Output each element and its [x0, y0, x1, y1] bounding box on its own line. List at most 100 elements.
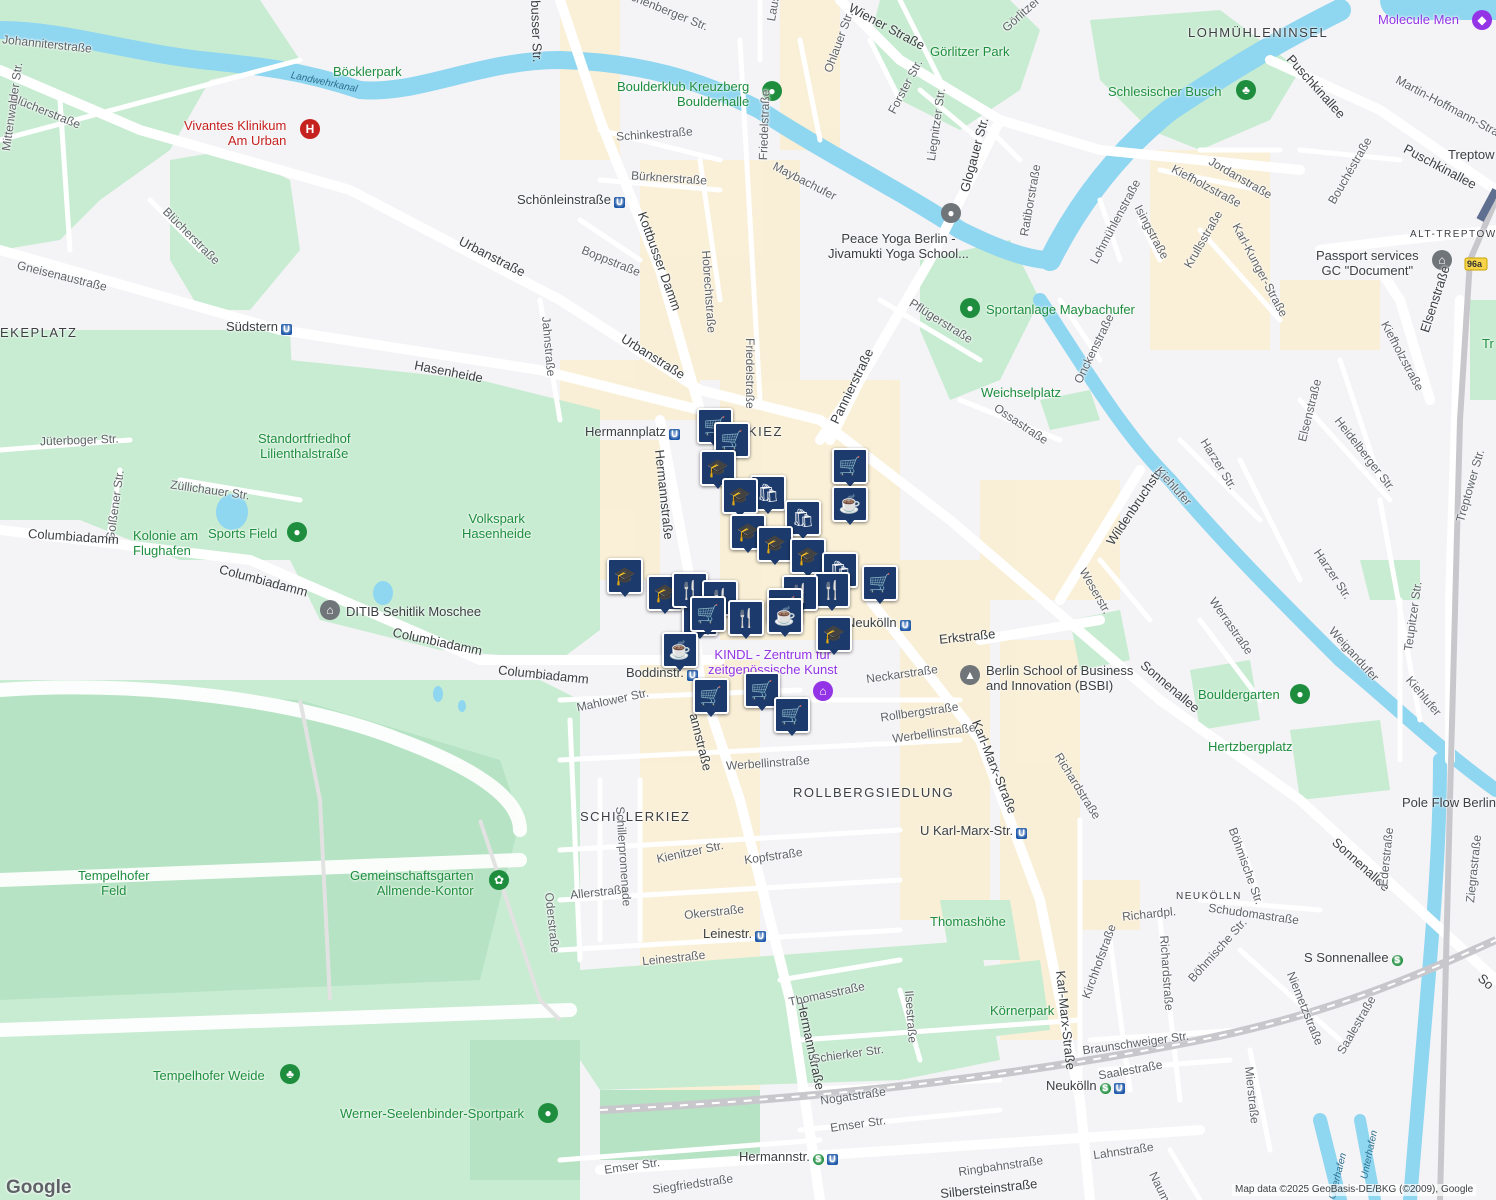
neighborhood-reuterkiez: KIEZ: [748, 424, 783, 439]
ubahn-icon: U: [613, 197, 625, 208]
marker-pointer: [702, 628, 714, 635]
map-marker-cafe[interactable]: ☕: [832, 486, 868, 525]
school-icon: 🎓: [816, 616, 852, 652]
poi-treptow: Treptow: [1448, 147, 1495, 162]
marker-pointer: [844, 518, 856, 525]
neighborhood-rollbergsiedlung: ROLLBERGSIEDLUNG: [793, 785, 955, 800]
park-bouldergarten[interactable]: Bouldergarten: [1198, 688, 1280, 701]
station-leinestr[interactable]: Leinestr. U: [703, 927, 767, 942]
street-label: busser Str.: [528, 0, 546, 63]
station-sonnenallee[interactable]: S Sonnenallee S: [1304, 951, 1403, 966]
marker-pointer: [742, 546, 754, 553]
shopping-cart-icon: 🛒: [690, 596, 726, 632]
park-thomashoehe[interactable]: Thomashöhe: [930, 915, 1006, 928]
neighborhood-alt-treptow: ALT-TREPTOW: [1410, 229, 1496, 240]
marker-pointer: [828, 648, 840, 655]
school-icon: 🎓: [722, 478, 758, 514]
cafe-icon: ☕: [832, 486, 868, 522]
poi-molecule-men[interactable]: Molecule Men: [1378, 13, 1459, 26]
park-schlesischer-busch[interactable]: Schlesischer Busch: [1108, 85, 1221, 98]
map-canvas[interactable]: LOHMÜHLENINSEL KIEZ ROLLBERGSIEDLUNG SCH…: [0, 0, 1496, 1200]
park-standortfriedhof[interactable]: Standortfriedhof Lilienthalstraße: [258, 431, 351, 462]
ubahn-icon: U: [1113, 1083, 1125, 1094]
park-tree-icon: ♣: [280, 1064, 300, 1084]
station-suedstern[interactable]: Südstern U: [226, 320, 293, 335]
map-marker-school[interactable]: 🎓: [757, 526, 793, 565]
sbahn-icon: S: [812, 1154, 824, 1165]
google-logo[interactable]: Google: [6, 1178, 71, 1197]
park-kolonie[interactable]: Kolonie am Flughafen: [133, 528, 198, 559]
park-tree-icon: ♣: [1236, 80, 1256, 100]
map-marker-shopping-cart[interactable]: 🛒: [690, 596, 726, 635]
map-marker-school[interactable]: 🎓: [722, 478, 758, 517]
poi-passport[interactable]: Passport services GC "Document": [1316, 248, 1419, 279]
marker-pointer: [769, 558, 781, 565]
shopping-cart-icon: 🛒: [832, 448, 868, 484]
poi-peace-yoga[interactable]: Peace Yoga Berlin - Jivamukti Yoga Schoo…: [828, 231, 969, 262]
map-attribution[interactable]: Map data ©2025 GeoBasis-DE/BKG (©2009), …: [1232, 1184, 1477, 1196]
park-weichselplatz[interactable]: Weichselplatz: [981, 386, 1061, 399]
station-rathaus-neukoelln[interactable]: Neukölln U: [846, 616, 911, 631]
school-icon: 🎓: [607, 558, 643, 594]
marker-pointer: [826, 604, 838, 611]
station-hermannstr[interactable]: Hermannstr. S U: [739, 1150, 838, 1165]
school-place-icon: ▲: [960, 665, 980, 685]
restaurant-icon: 🍴: [728, 600, 764, 636]
hospital-icon: H: [300, 119, 320, 139]
park-tempelhofer-weide[interactable]: Tempelhofer Weide: [153, 1069, 265, 1082]
restaurant-icon: 🍴: [814, 572, 850, 608]
sports-icon: ●: [1290, 684, 1310, 704]
station-karl-marx-str[interactable]: U Karl-Marx-Str. U: [920, 824, 1028, 839]
street-label: Ilsestraße: [902, 989, 920, 1044]
marker-pointer: [786, 729, 798, 736]
map-marker-restaurant[interactable]: 🍴: [814, 572, 850, 611]
garden-icon: ✿: [489, 870, 509, 890]
shopping-cart-icon: 🛒: [862, 565, 898, 601]
map-marker-shopping-cart[interactable]: 🛒: [693, 678, 729, 717]
sbahn-icon: S: [1391, 955, 1403, 966]
map-marker-shopping-cart[interactable]: 🛒: [832, 448, 868, 487]
poi-pole-flow[interactable]: Pole Flow Berlin: [1402, 796, 1496, 809]
station-hermannplatz[interactable]: Hermannplatz U: [585, 425, 680, 440]
map-marker-school[interactable]: 🎓: [790, 538, 826, 577]
sports-icon: ●: [538, 1103, 558, 1123]
park-allmende[interactable]: Gemeinschaftsgarten Allmende-Kontor: [350, 868, 474, 899]
station-boddinstr[interactable]: Boddinstr. U: [626, 666, 698, 681]
park-volkspark[interactable]: Volkspark Hasenheide: [462, 511, 531, 542]
station-schoenleinstrasse[interactable]: Schönleinstraße U: [517, 193, 625, 208]
map-marker-restaurant[interactable]: 🍴: [728, 600, 764, 639]
ubahn-icon: U: [668, 429, 680, 440]
park-hertzbergplatz[interactable]: Hertzbergplatz: [1208, 740, 1293, 753]
station-neukoelln[interactable]: Neukölln S U: [1046, 1079, 1125, 1094]
shopping-cart-icon: 🛒: [774, 697, 810, 733]
cafe-icon: ☕: [767, 598, 803, 634]
poi-bsbi[interactable]: Berlin School of Business and Innovation…: [986, 663, 1133, 694]
map-marker-school[interactable]: 🎓: [816, 616, 852, 655]
marker-pointer: [779, 630, 791, 637]
poi-vivantes[interactable]: Vivantes Klinikum Am Urban: [184, 118, 286, 149]
marker-pointer: [762, 507, 774, 514]
park-tempelhofer-feld[interactable]: Tempelhofer Feld: [78, 868, 150, 899]
park-goerlitzer[interactable]: Görlitzer Park: [930, 45, 1009, 58]
map-marker-shopping-cart[interactable]: 🛒: [774, 697, 810, 736]
park-sportanlage[interactable]: Sportanlage Maybachufer: [986, 303, 1135, 316]
map-marker-cafe[interactable]: ☕: [767, 598, 803, 637]
poi-ditib[interactable]: DITIB Sehitlik Moschee: [346, 605, 481, 618]
marker-pointer: [740, 632, 752, 639]
ubahn-icon: U: [826, 1154, 838, 1165]
place-icon: ●: [941, 203, 961, 223]
landmark-icon: ◆: [1472, 10, 1492, 30]
map-marker-shopping-cart[interactable]: 🛒: [862, 565, 898, 604]
street-label: Jüterboger Str.: [39, 431, 119, 449]
park-sports-field[interactable]: Sports Field: [208, 527, 277, 540]
poi-boulderklub[interactable]: Boulderklub Kreuzberg Boulderhalle: [617, 79, 749, 110]
sports-icon: ●: [287, 522, 307, 542]
map-marker-school[interactable]: 🎓: [607, 558, 643, 597]
neighborhood-schillerkiez: SCHILLERKIEZ: [580, 809, 691, 824]
school-icon: 🎓: [790, 538, 826, 574]
park-werner-seelenbinder[interactable]: Werner-Seelenbinder-Sportpark: [340, 1107, 524, 1120]
park-boecklerpark[interactable]: Böcklerpark: [333, 65, 402, 78]
shopping-cart-icon: 🛒: [693, 678, 729, 714]
park-koernerpark[interactable]: Körnerpark: [990, 1004, 1054, 1017]
map-marker-cafe[interactable]: ☕: [662, 632, 698, 671]
